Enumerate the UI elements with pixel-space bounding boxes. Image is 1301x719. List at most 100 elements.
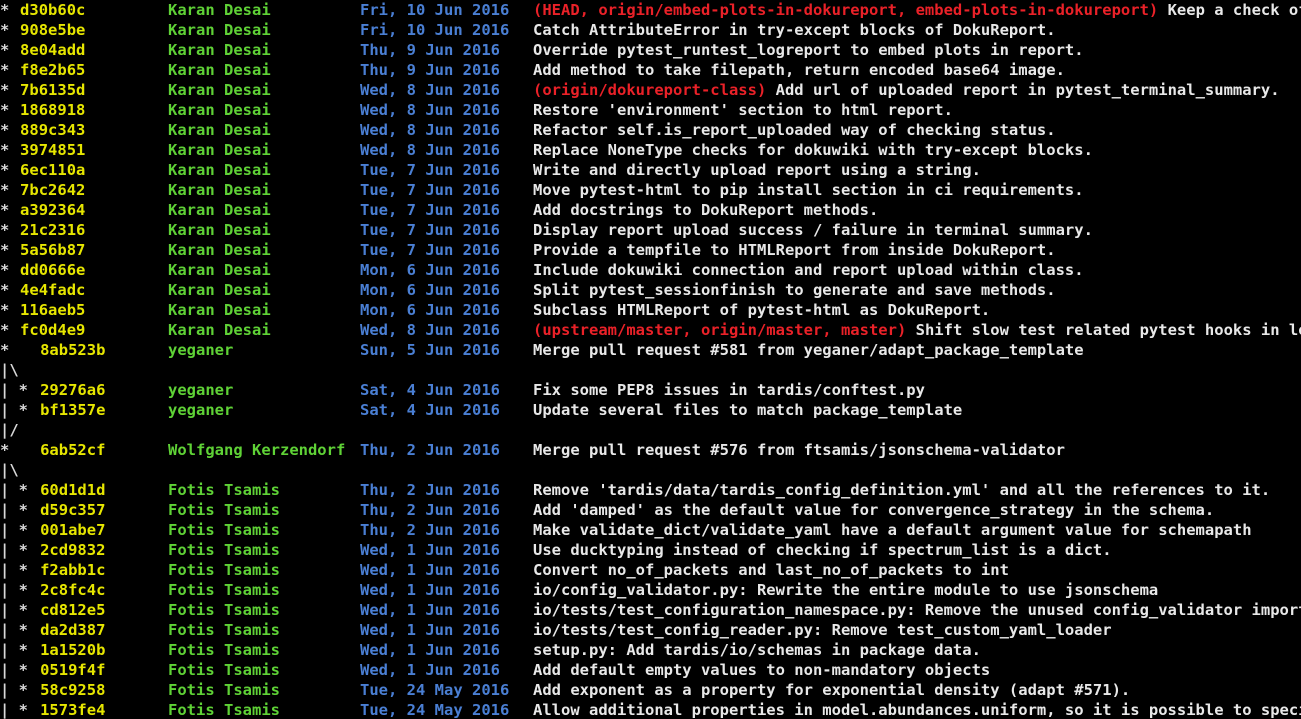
commit-message: (HEAD, origin/embed-plots-in-dokureport,… (533, 0, 1301, 20)
commit-hash[interactable]: 1573fe4 (40, 700, 105, 719)
commit-row: |\ (0, 460, 1301, 480)
commit-row: *8e04addKaran DesaiThu, 9 Jun 2016Overri… (0, 40, 1301, 60)
commit-subject: Remove 'tardis/data/tardis_config_defini… (533, 481, 1270, 499)
graph-marker: | * (0, 560, 28, 580)
commit-subject: io/tests/test_configuration_namespace.py… (533, 601, 1301, 619)
commit-date: Thu, 9 Jun 2016 (360, 40, 500, 60)
commit-subject: Convert no_of_packets and last_no_of_pac… (533, 561, 1009, 579)
commit-ref-names: (HEAD, origin/embed-plots-in-dokureport,… (533, 1, 1158, 19)
commit-message: Restore 'environment' section to html re… (533, 100, 953, 120)
commit-author: Karan Desai (168, 100, 271, 120)
commit-hash[interactable]: 116aeb5 (20, 300, 85, 320)
commit-row: |\ (0, 360, 1301, 380)
commit-date: Mon, 6 Jun 2016 (360, 280, 500, 300)
commit-message: Merge pull request #576 from ftsamis/jso… (533, 440, 1065, 460)
commit-subject: Restore 'environment' section to html re… (533, 101, 953, 119)
commit-date: Thu, 2 Jun 2016 (360, 480, 500, 500)
commit-author: Karan Desai (168, 60, 271, 80)
commit-subject: io/tests/test_config_reader.py: Remove t… (533, 621, 1112, 639)
commit-hash[interactable]: fc0d4e9 (20, 320, 85, 340)
commit-message: Override pytest_runtest_logreport to emb… (533, 40, 1084, 60)
commit-row: *5a56b87Karan DesaiTue, 7 Jun 2016Provid… (0, 240, 1301, 260)
commit-subject: Catch AttributeError in try-except block… (533, 21, 1056, 39)
commit-subject: Split pytest_sessionfinish to generate a… (533, 281, 1056, 299)
commit-hash[interactable]: bf1357e (40, 400, 105, 420)
commit-row: *889c343Karan DesaiWed, 8 Jun 2016Refact… (0, 120, 1301, 140)
commit-row: | *2c8fc4cFotis TsamisWed, 1 Jun 2016io/… (0, 580, 1301, 600)
graph-marker: * (0, 180, 9, 200)
commit-hash[interactable]: 6ec110a (20, 160, 85, 180)
commit-message: io/tests/test_configuration_namespace.py… (533, 600, 1301, 620)
commit-date: Wed, 1 Jun 2016 (360, 600, 500, 620)
commit-hash[interactable]: 1a1520b (40, 640, 105, 660)
commit-hash[interactable]: dd0666e (20, 260, 85, 280)
commit-message: Use ducktyping instead of checking if sp… (533, 540, 1112, 560)
commit-author: Fotis Tsamis (168, 700, 280, 719)
graph-marker: * (0, 240, 9, 260)
commit-hash[interactable]: 8e04add (20, 40, 85, 60)
commit-subject: Shift slow test related pytest hooks in … (916, 321, 1301, 339)
commit-hash[interactable]: 889c343 (20, 120, 85, 140)
commit-message: Allow additional properties in model.abu… (533, 700, 1301, 719)
commit-hash[interactable]: 29276a6 (40, 380, 105, 400)
commit-date: Wed, 1 Jun 2016 (360, 660, 500, 680)
commit-author: Karan Desai (168, 260, 271, 280)
graph-connector: |/ (0, 420, 19, 440)
commit-subject: Make validate_dict/validate_yaml have a … (533, 521, 1252, 539)
commit-subject: Display report upload success / failure … (533, 221, 1093, 239)
commit-row: *116aeb5Karan DesaiMon, 6 Jun 2016Subcla… (0, 300, 1301, 320)
commit-subject: Replace NoneType checks for dokuwiki wit… (533, 141, 1093, 159)
commit-hash[interactable]: cd812e5 (40, 600, 105, 620)
commit-hash[interactable]: 6ab52cf (40, 440, 105, 460)
commit-row: *4e4fadcKaran DesaiMon, 6 Jun 2016Split … (0, 280, 1301, 300)
commit-hash[interactable]: 2c8fc4c (40, 580, 105, 600)
commit-hash[interactable]: 8ab523b (40, 340, 105, 360)
commit-hash[interactable]: d30b60c (20, 0, 85, 20)
commit-hash[interactable]: da2d387 (40, 620, 105, 640)
graph-connector: |\ (0, 460, 19, 480)
commit-row: *7b6135dKaran DesaiWed, 8 Jun 2016(origi… (0, 80, 1301, 100)
commit-hash[interactable]: f2abb1c (40, 560, 105, 580)
commit-row: | *001abe7Fotis TsamisThu, 2 Jun 2016Mak… (0, 520, 1301, 540)
commit-subject: Add url of uploaded report in pytest_ter… (776, 81, 1280, 99)
commit-author: yeganer (168, 380, 233, 400)
commit-row: | *58c9258Fotis TsamisTue, 24 May 2016Ad… (0, 680, 1301, 700)
commit-subject: Keep a check of s (1168, 1, 1301, 19)
commit-message: Add exponent as a property for exponenti… (533, 680, 1130, 700)
commit-hash[interactable]: f8e2b65 (20, 60, 85, 80)
terminal-window[interactable]: *d30b60cKaran DesaiFri, 10 Jun 2016(HEAD… (0, 0, 1301, 719)
commit-hash[interactable]: d59c357 (40, 500, 105, 520)
commit-author: Fotis Tsamis (168, 520, 280, 540)
commit-hash[interactable]: 4e4fadc (20, 280, 85, 300)
commit-hash[interactable]: 0519f4f (40, 660, 105, 680)
commit-message: (upstream/master, origin/master, master)… (533, 320, 1301, 340)
commit-author: Karan Desai (168, 160, 271, 180)
graph-marker: * (0, 260, 9, 280)
commit-message: Remove 'tardis/data/tardis_config_defini… (533, 480, 1270, 500)
commit-hash[interactable]: a392364 (20, 200, 85, 220)
commit-hash[interactable]: 7b6135d (20, 80, 85, 100)
commit-message: io/tests/test_config_reader.py: Remove t… (533, 620, 1112, 640)
commit-message: Replace NoneType checks for dokuwiki wit… (533, 140, 1093, 160)
commit-hash[interactable]: 2cd9832 (40, 540, 105, 560)
commit-hash[interactable]: 58c9258 (40, 680, 105, 700)
commit-subject: setup.py: Add tardis/io/schemas in packa… (533, 641, 981, 659)
commit-date: Wed, 1 Jun 2016 (360, 540, 500, 560)
commit-hash[interactable]: 5a56b87 (20, 240, 85, 260)
graph-marker: * (0, 100, 9, 120)
commit-hash[interactable]: 21c2316 (20, 220, 85, 240)
graph-marker: * (0, 320, 9, 340)
commit-hash[interactable]: 7bc2642 (20, 180, 85, 200)
commit-hash[interactable]: 1868918 (20, 100, 85, 120)
graph-marker: | * (0, 660, 28, 680)
commit-hash[interactable]: 60d1d1d (40, 480, 105, 500)
graph-marker: | * (0, 480, 28, 500)
graph-marker: * (0, 440, 28, 460)
commit-date: Tue, 7 Jun 2016 (360, 220, 500, 240)
commit-author: Fotis Tsamis (168, 620, 280, 640)
commit-hash[interactable]: 908e5be (20, 20, 85, 40)
commit-hash[interactable]: 3974851 (20, 140, 85, 160)
commit-subject: Add docstrings to DokuReport methods. (533, 201, 878, 219)
commit-hash[interactable]: 001abe7 (40, 520, 105, 540)
commit-date: Tue, 7 Jun 2016 (360, 240, 500, 260)
